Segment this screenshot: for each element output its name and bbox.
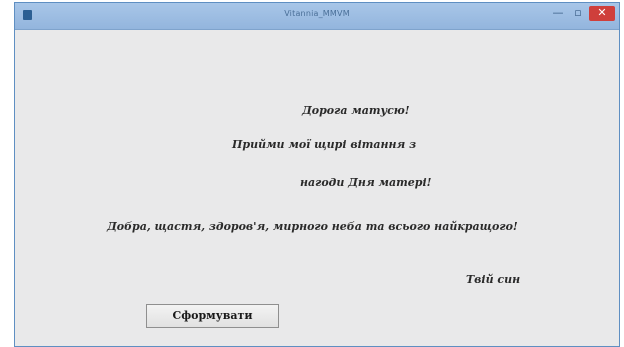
window-title: Vitannia_MMVM	[284, 9, 350, 18]
greeting-line-4: Добра, щастя, здоров'я, мирного неба та …	[107, 220, 518, 233]
form-button[interactable]: Сформувати	[146, 304, 279, 328]
title-bar[interactable]: Vitannia_MMVM — ▫ ✕	[15, 3, 619, 30]
greeting-line-1: Дорога матусю!	[302, 104, 410, 117]
signature-line: Твій син	[466, 273, 521, 286]
app-window: Vitannia_MMVM — ▫ ✕	[14, 2, 620, 347]
minimize-button[interactable]: —	[549, 6, 567, 21]
greeting-line-3: нагоди Дня матері!	[300, 176, 432, 189]
maximize-button[interactable]: ▫	[569, 6, 587, 21]
close-button[interactable]: ✕	[589, 6, 615, 21]
greeting-line-2: Прийми мої щирі вітання з	[232, 138, 417, 151]
